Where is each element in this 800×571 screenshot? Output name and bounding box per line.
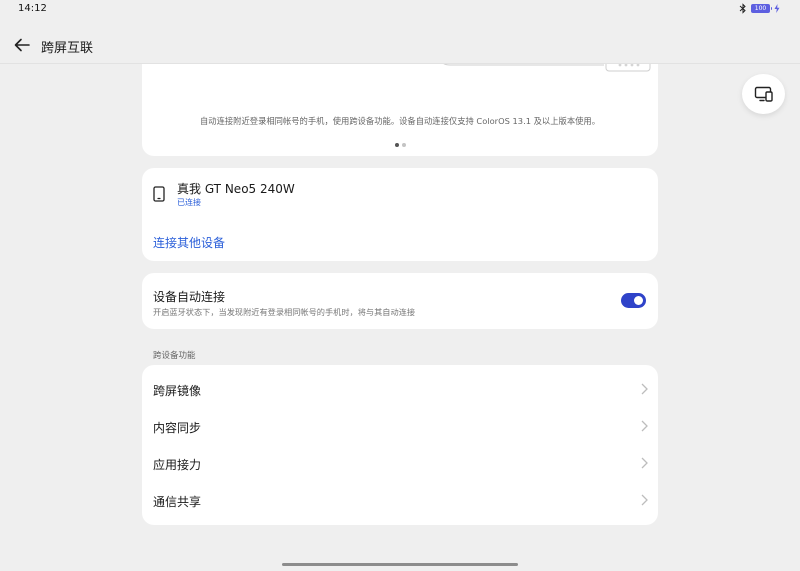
- section-label-cross-device: 跨设备功能: [153, 351, 196, 361]
- connected-device-card: 真我 GT Neo5 240W 已连接 连接其他设备: [142, 168, 658, 261]
- feature-label: 通信共享: [153, 495, 202, 509]
- carousel-indicator[interactable]: [142, 143, 658, 147]
- feature-label: 跨屏镜像: [153, 384, 202, 398]
- feature-row-communication-share[interactable]: 通信共享: [142, 482, 658, 519]
- status-bar: 14:12 100: [0, 0, 800, 18]
- auto-connect-toggle[interactable]: [621, 293, 646, 308]
- status-time: 14:12: [18, 3, 47, 14]
- phone-icon: [153, 186, 165, 202]
- device-name: 真我 GT Neo5 240W: [177, 182, 295, 196]
- home-indicator[interactable]: [282, 563, 518, 566]
- bluetooth-icon: [739, 3, 746, 14]
- auto-connect-card: 设备自动连接 开启蓝牙状态下，当发现附近有登录相同帐号的手机时，将与其自动连接: [142, 273, 658, 329]
- device-illustration: [443, 64, 651, 72]
- status-icons: 100: [739, 3, 780, 14]
- connect-other-device-link[interactable]: 连接其他设备: [153, 234, 225, 251]
- carousel-dot-1[interactable]: [394, 143, 399, 147]
- chevron-right-icon: [641, 420, 648, 432]
- auto-connect-description: 开启蓝牙状态下，当发现附近有登录相同帐号的手机时，将与其自动连接: [153, 307, 416, 317]
- battery-icon: 100: [751, 4, 772, 13]
- chevron-right-icon: [641, 457, 648, 469]
- feature-row-content-sync[interactable]: 内容同步: [142, 408, 658, 445]
- screen-cast-icon: [754, 86, 773, 102]
- feature-label: 应用接力: [153, 458, 202, 472]
- intro-banner-card: 自动连接附近登录相同帐号的手机，使用跨设备功能。设备自动连接仅支持 ColorO…: [142, 64, 658, 156]
- app-header: 跨屏互联: [0, 28, 800, 62]
- cross-device-features-card: 跨屏镜像 内容同步 应用接力 通信共享: [142, 365, 658, 525]
- chevron-right-icon: [641, 383, 648, 395]
- feature-row-app-relay[interactable]: 应用接力: [142, 445, 658, 482]
- feature-row-screen-mirror[interactable]: 跨屏镜像: [142, 371, 658, 408]
- device-status: 已连接: [177, 198, 201, 207]
- battery-level: 100: [754, 5, 767, 12]
- toggle-knob: [634, 296, 643, 305]
- screen-cast-button[interactable]: [742, 74, 785, 114]
- feature-label: 内容同步: [153, 421, 202, 435]
- auto-connect-title: 设备自动连接: [153, 290, 226, 304]
- chevron-right-icon: [641, 494, 648, 506]
- carousel-dot-2[interactable]: [401, 143, 406, 147]
- charging-icon: [774, 4, 780, 13]
- banner-description: 自动连接附近登录相同帐号的手机，使用跨设备功能。设备自动连接仅支持 ColorO…: [199, 116, 601, 126]
- page-title: 跨屏互联: [41, 41, 94, 56]
- arrow-left-icon[interactable]: [12, 36, 32, 54]
